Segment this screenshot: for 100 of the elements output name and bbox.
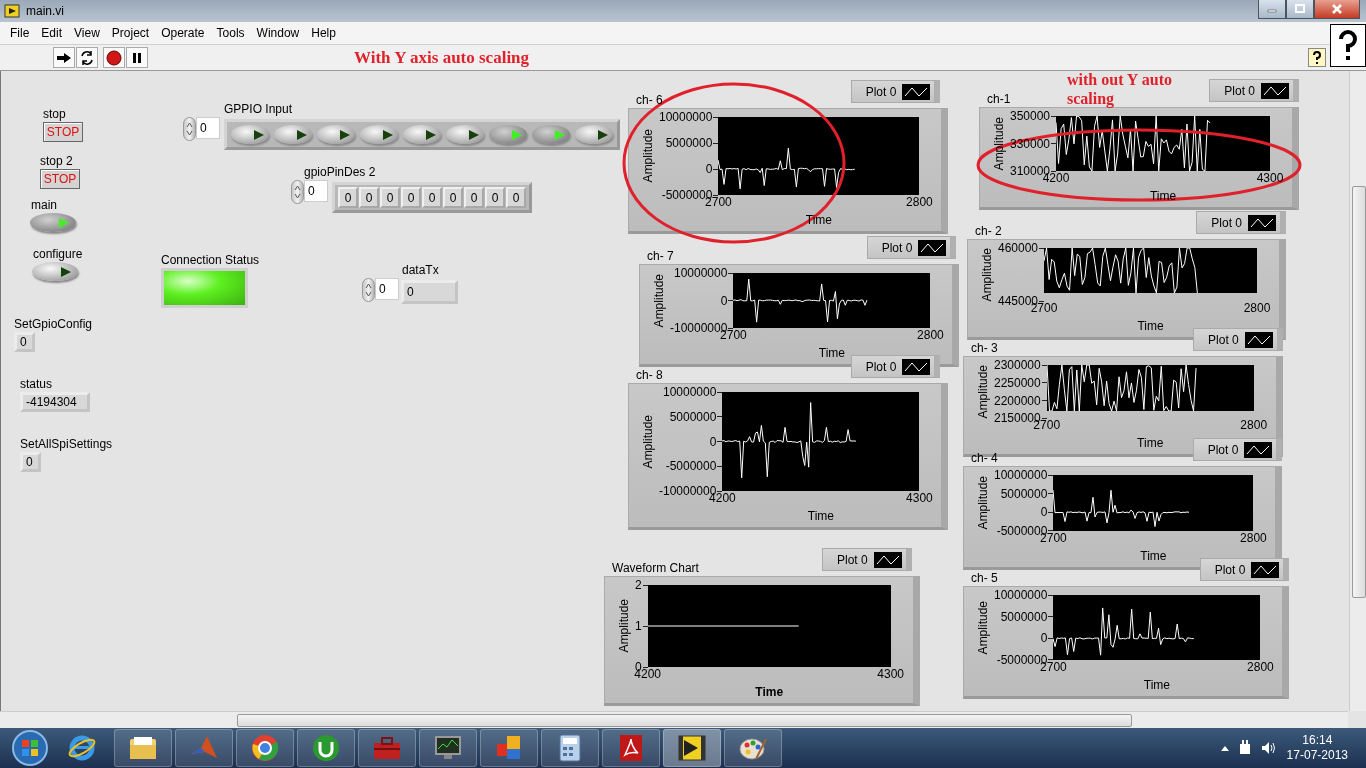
speaker-icon[interactable] [1260, 741, 1277, 755]
tick-label: 10000000 [994, 468, 1048, 482]
abort-button[interactable] [103, 47, 125, 68]
axis-label: Amplitude [992, 116, 1006, 171]
axis-label: Amplitude [980, 248, 994, 302]
taskbar-button[interactable] [602, 729, 660, 767]
up-arrow-icon[interactable] [1220, 745, 1229, 751]
index-spinner[interactable] [183, 117, 196, 141]
menu-item[interactable]: File [4, 24, 36, 42]
arrow-icon [554, 128, 566, 141]
push-button[interactable] [446, 125, 484, 144]
control-label: SetGpioConfig [14, 317, 93, 331]
control-label: status [20, 377, 52, 391]
chart-title: ch- 5 [971, 572, 998, 586]
index-field[interactable]: 0 [375, 278, 399, 300]
taskbar-button[interactable] [236, 729, 294, 767]
axis-label: Time [1137, 436, 1164, 451]
tick-label: 2200000 [994, 393, 1041, 408]
tick-label: 10000000 [663, 385, 717, 399]
array-cell: 0 [464, 187, 484, 208]
horizontal-scrollbar[interactable] [0, 711, 1348, 728]
clock-date[interactable]: 17-07-2013 [1286, 748, 1348, 763]
index-spinner[interactable] [291, 180, 304, 204]
power-plug-icon[interactable] [1238, 740, 1251, 756]
pause-button[interactable] [126, 47, 148, 68]
chart-title: ch- 6 [636, 94, 663, 108]
chart-title: ch- 4 [971, 452, 998, 466]
tick-label: 5000000 [665, 136, 713, 150]
clock-time[interactable]: 16:14 [1302, 733, 1333, 748]
push-button[interactable] [403, 125, 441, 144]
menu-item[interactable]: Help [305, 24, 342, 42]
minimize-button[interactable] [1258, 0, 1286, 19]
vertical-scrollbar[interactable] [1349, 71, 1366, 711]
taskbar-button[interactable] [663, 729, 721, 767]
push-button[interactable] [32, 262, 78, 281]
tick-label: 350000 [1010, 109, 1051, 123]
plot-legend[interactable]: Plot 0 [1209, 79, 1300, 102]
array-cell: 0 [380, 187, 400, 208]
control-label: stop 2 [40, 154, 73, 168]
tick-label: 330000 [1010, 136, 1051, 151]
control-label: configure [33, 247, 83, 261]
annotation-text: With Y axis auto scaling [354, 47, 530, 68]
axis-label: Time [807, 509, 834, 523]
push-button[interactable] [575, 125, 613, 144]
axis-label: Time [1140, 549, 1167, 563]
help-icon[interactable] [1308, 48, 1326, 67]
arrow-icon [468, 128, 480, 141]
tick-label: 2800 [1246, 660, 1275, 674]
menu-item[interactable]: View [68, 24, 106, 42]
push-button[interactable] [317, 125, 355, 144]
run-button[interactable] [53, 47, 75, 68]
control-label: stop [43, 107, 66, 121]
app-icon [4, 3, 20, 19]
arrow-icon [253, 128, 265, 141]
tick-label: 4300 [905, 491, 934, 505]
control-label: main [31, 198, 57, 212]
plot-legend[interactable]: Plot 0 [1192, 438, 1283, 461]
plot-legend[interactable]: Plot 0 [1196, 211, 1287, 234]
push-button[interactable] [274, 125, 312, 144]
up-down-arrows-icon [365, 282, 372, 298]
plot-legend[interactable]: Plot 0 [850, 80, 941, 103]
plot-legend[interactable]: Plot 0 [866, 236, 957, 259]
taskbar-button[interactable] [114, 729, 172, 767]
axis-label: Time [755, 685, 784, 699]
arrow-icon [597, 128, 609, 141]
start-orb-icon[interactable] [10, 728, 50, 768]
line-sample-icon [1251, 561, 1280, 578]
taskbar-button[interactable] [541, 729, 599, 767]
tick-label: 5000000 [1000, 486, 1048, 501]
menu-item[interactable]: Tools [210, 24, 251, 42]
maximize-button[interactable] [1286, 0, 1314, 19]
tick-label: 4300 [876, 667, 906, 681]
axis-label: Amplitude [976, 600, 990, 655]
index-field[interactable]: 0 [304, 180, 328, 202]
run-continuously-button[interactable] [76, 47, 98, 68]
taskbar-button[interactable] [724, 729, 782, 767]
taskbar-button[interactable] [480, 729, 538, 767]
push-button[interactable] [231, 125, 269, 144]
menu-item[interactable]: Edit [35, 24, 69, 42]
taskbar-button[interactable] [297, 729, 355, 767]
taskbar-button[interactable] [419, 729, 477, 767]
array-cell: 0 [506, 187, 526, 208]
close-button[interactable] [1314, 0, 1360, 19]
plot-legend[interactable]: Plot 0 [850, 355, 941, 378]
chart-title: ch- 3 [971, 342, 998, 356]
line-sample-icon [902, 358, 931, 375]
array-cell: 0 [443, 187, 463, 208]
push-button[interactable] [360, 125, 398, 144]
control-label: Connection Status [161, 253, 260, 267]
plot-legend[interactable]: Plot 0 [822, 548, 912, 571]
plot-legend[interactable]: Plot 0 [1193, 328, 1283, 351]
index-spinner[interactable] [362, 278, 375, 302]
monitor-icon [433, 734, 463, 762]
context-help-icon[interactable] [1330, 24, 1366, 67]
menu-item[interactable]: Operate [155, 24, 211, 42]
menu-item[interactable]: Project [105, 24, 156, 42]
toolbox-icon [372, 735, 402, 761]
index-field[interactable]: 0 [196, 117, 220, 139]
menu-item[interactable]: Window [250, 24, 306, 42]
plot-legend[interactable]: Plot 0 [1199, 558, 1290, 581]
